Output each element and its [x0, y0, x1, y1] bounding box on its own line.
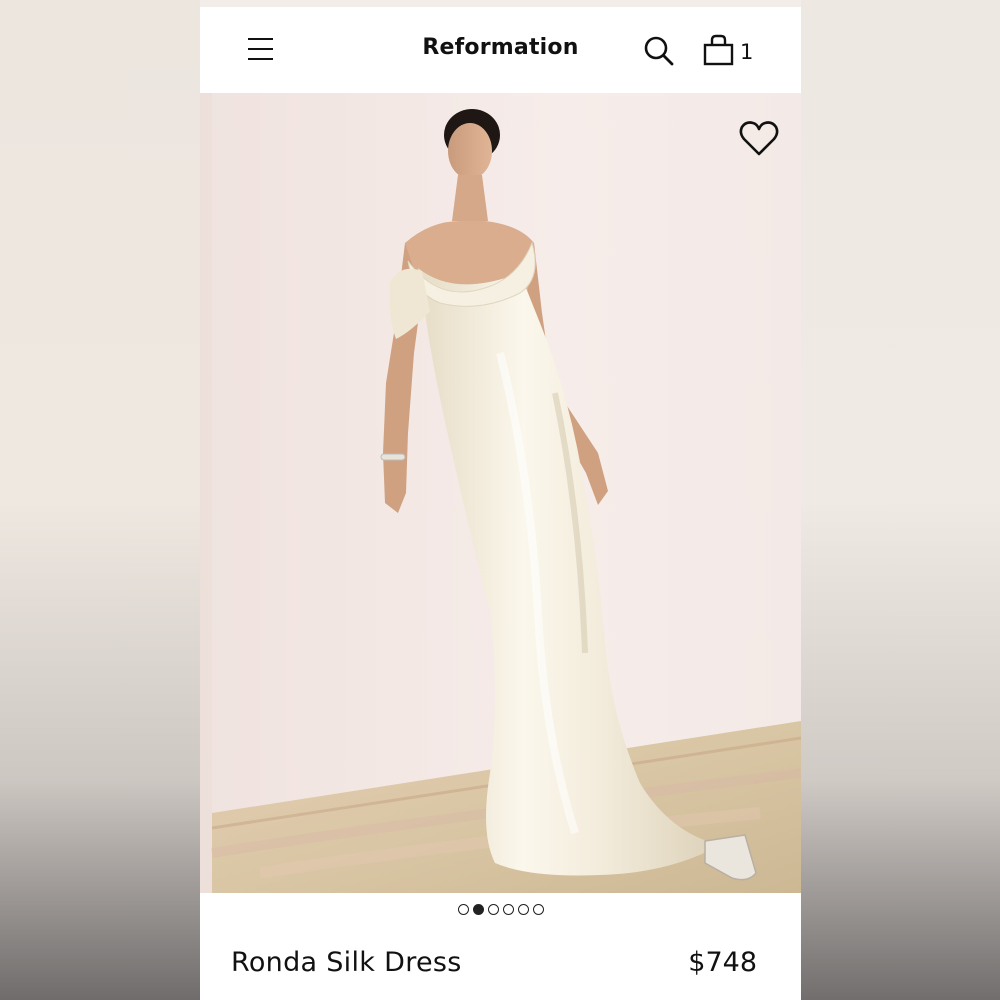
wishlist-button[interactable]: [737, 119, 781, 159]
product-price: $748: [688, 947, 757, 978]
carousel-dot-5[interactable]: [517, 904, 529, 915]
background-left: [0, 0, 200, 1000]
search-icon: [644, 36, 674, 66]
carousel-dot-1[interactable]: [457, 904, 469, 915]
carousel-indicator: [200, 904, 801, 915]
product-page: Reformation 1 Ronda Silk Dress $748: [200, 7, 801, 1000]
product-image[interactable]: [200, 93, 801, 893]
carousel-dot-2[interactable]: [472, 904, 484, 915]
product-photo: [200, 93, 801, 893]
cart-button[interactable]: 1: [702, 33, 758, 69]
product-name: Ronda Silk Dress: [231, 947, 462, 978]
top-nav-bar: Reformation 1: [200, 7, 801, 93]
cart-count-badge: 1: [740, 40, 754, 64]
background-right: [801, 0, 1000, 1000]
search-button[interactable]: [641, 33, 677, 69]
carousel-dot-6[interactable]: [532, 904, 544, 915]
carousel-dot-4[interactable]: [502, 904, 514, 915]
heart-outline-icon: [739, 121, 779, 156]
carousel-dot-3[interactable]: [487, 904, 499, 915]
shopping-bag-icon: [703, 34, 734, 66]
